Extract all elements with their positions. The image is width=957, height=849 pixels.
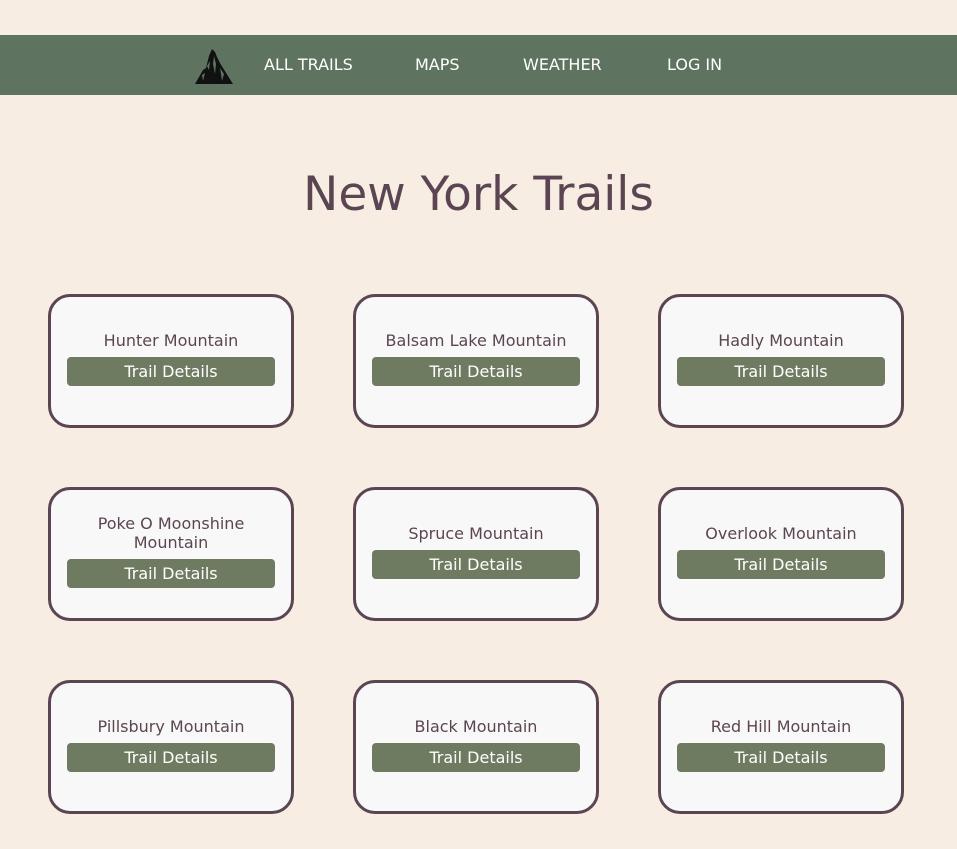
trail-name: Overlook Mountain xyxy=(705,523,857,543)
trail-details-button[interactable]: Trail Details xyxy=(372,549,580,579)
trail-name: Hunter Mountain xyxy=(103,330,239,350)
trail-card: Balsam Lake Mountain Trail Details xyxy=(353,294,599,428)
trail-name: Balsam Lake Mountain xyxy=(385,330,567,350)
trail-card: Spruce Mountain Trail Details xyxy=(353,487,599,621)
trail-details-button[interactable]: Trail Details xyxy=(677,356,885,386)
trail-details-button[interactable]: Trail Details xyxy=(677,742,885,772)
trail-card: Red Hill Mountain Trail Details xyxy=(658,680,904,814)
trail-card: Hunter Mountain Trail Details xyxy=(48,294,294,428)
trail-card: Overlook Mountain Trail Details xyxy=(658,487,904,621)
trail-card: Poke O Moonshine Mountain Trail Details xyxy=(48,487,294,621)
trail-details-button[interactable]: Trail Details xyxy=(372,742,580,772)
mountain-peak-icon[interactable] xyxy=(193,44,235,86)
trail-details-button[interactable]: Trail Details xyxy=(67,356,275,386)
nav-link-weather[interactable]: WEATHER xyxy=(523,35,602,95)
nav-link-log-in[interactable]: LOG IN xyxy=(667,35,722,95)
nav-link-maps[interactable]: MAPS xyxy=(415,35,460,95)
trail-name: Black Mountain xyxy=(414,716,538,736)
trail-details-button[interactable]: Trail Details xyxy=(677,549,885,579)
trail-details-button[interactable]: Trail Details xyxy=(67,742,275,772)
trail-details-button[interactable]: Trail Details xyxy=(372,356,580,386)
trail-card: Pillsbury Mountain Trail Details xyxy=(48,680,294,814)
trail-details-button[interactable]: Trail Details xyxy=(67,559,275,588)
trail-name: Poke O Moonshine Mountain xyxy=(97,514,245,552)
page-title: New York Trails xyxy=(303,167,654,222)
trail-name: Spruce Mountain xyxy=(408,523,544,543)
trail-name: Hadly Mountain xyxy=(718,330,844,350)
nav-link-all-trails[interactable]: ALL TRAILS xyxy=(264,35,353,95)
trail-card: Black Mountain Trail Details xyxy=(353,680,599,814)
trail-name: Red Hill Mountain xyxy=(710,716,852,736)
trail-name: Pillsbury Mountain xyxy=(97,716,245,736)
top-navbar: ALL TRAILS MAPS WEATHER LOG IN xyxy=(0,35,957,95)
trail-card: Hadly Mountain Trail Details xyxy=(658,294,904,428)
